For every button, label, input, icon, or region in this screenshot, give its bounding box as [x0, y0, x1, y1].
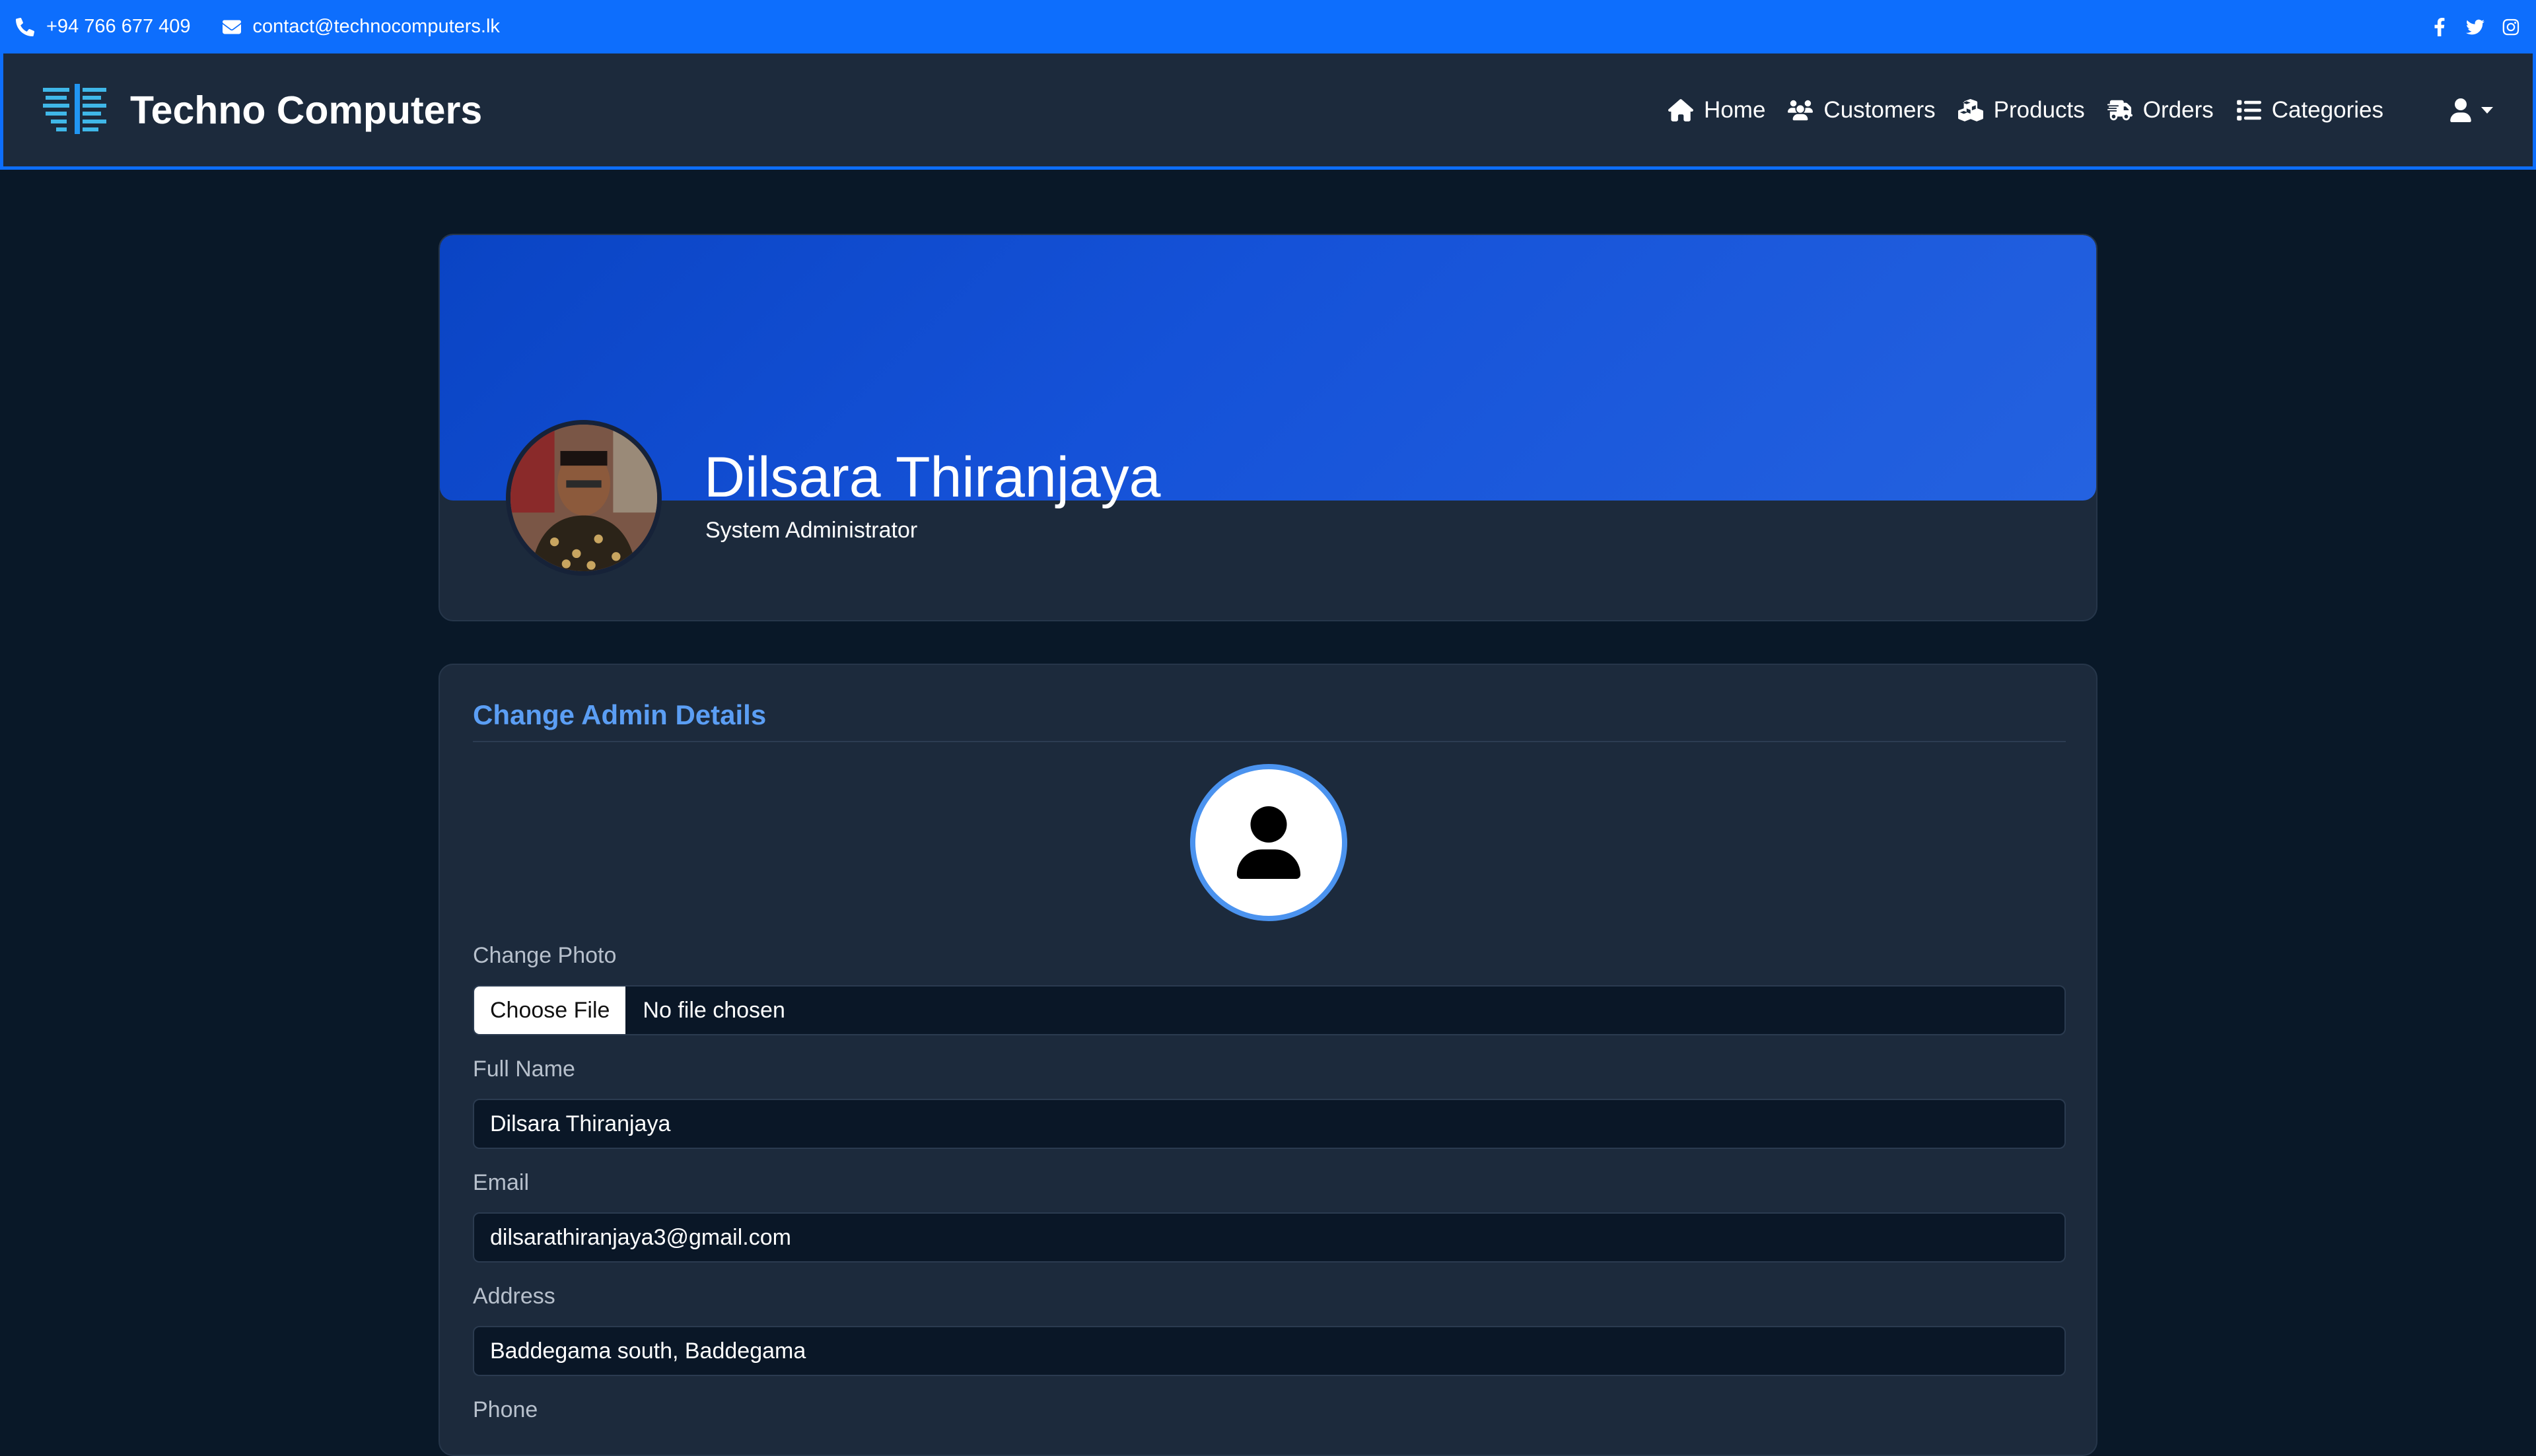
chevron-down-icon [2481, 106, 2493, 114]
section-title: Change Admin Details [473, 699, 767, 730]
profile-banner [440, 235, 2096, 501]
twitter-link[interactable] [2466, 18, 2484, 36]
envelope-icon [222, 20, 241, 34]
nav-orders[interactable]: Orders [2107, 97, 2214, 123]
email-address: contact@technocomputers.lk [252, 16, 500, 37]
profile-avatar [506, 420, 662, 576]
nav-customers-label: Customers [1823, 96, 1936, 123]
instagram-link[interactable] [2502, 18, 2520, 36]
photo-label: Change Photo [473, 943, 617, 968]
section-divider [473, 741, 2066, 742]
nav-customers[interactable]: Customers [1788, 96, 1936, 123]
profile-photo [511, 425, 657, 571]
phone-icon [16, 17, 34, 36]
facebook-icon [2434, 17, 2445, 36]
user-icon [2450, 98, 2471, 122]
fullname-label: Full Name [473, 1057, 575, 1082]
email-field[interactable]: dilsarathiranjaya3@gmail.com [473, 1212, 2066, 1263]
phone-number: +94 766 677 409 [46, 16, 191, 37]
phone-label: Phone [473, 1397, 538, 1422]
email-label: Email [473, 1170, 530, 1195]
contact-bar: +94 766 677 409 contact@technocomputers.… [0, 0, 2536, 53]
nav-categories[interactable]: Categories [2236, 97, 2383, 123]
nav-products-label: Products [1993, 96, 2085, 123]
nav-orders-label: Orders [2142, 96, 2214, 123]
admin-details-card: Change Admin Details Change Photo Choose… [439, 664, 2097, 1456]
fullname-field[interactable]: Dilsara Thiranjaya [473, 1099, 2066, 1149]
nav-products[interactable]: Products [1957, 96, 2085, 123]
social-links [2413, 17, 2520, 36]
main-navbar: Techno Computers Home Customers Products… [0, 53, 2536, 170]
profile-name: Dilsara Thiranjaya [704, 446, 1161, 509]
user-icon [1236, 806, 1301, 879]
file-status: No file chosen [643, 997, 785, 1023]
phone-contact[interactable]: +94 766 677 409 [16, 16, 191, 38]
twitter-icon [2466, 19, 2484, 34]
nav-categories-label: Categories [2271, 96, 2383, 123]
address-field[interactable]: Baddegama south, Baddegama [473, 1326, 2066, 1376]
facebook-link[interactable] [2430, 17, 2449, 36]
user-menu-dropdown[interactable] [2449, 98, 2493, 122]
brand[interactable]: Techno Computers [43, 83, 483, 137]
brand-name: Techno Computers [130, 88, 483, 132]
brand-logo-icon [43, 83, 106, 134]
home-icon [1668, 98, 1693, 121]
profile-role: System Administrator [705, 518, 918, 543]
cubes-icon [1957, 98, 1983, 121]
nav-home[interactable]: Home [1668, 97, 1765, 123]
choose-file-button[interactable]: Choose File [474, 987, 626, 1034]
users-icon [1788, 100, 1814, 120]
list-icon [2236, 100, 2261, 120]
nav-links: Home Customers Products Orders Categorie… [1646, 97, 2493, 123]
instagram-icon [2502, 18, 2519, 35]
address-label: Address [473, 1284, 555, 1309]
truck-icon [2107, 100, 2132, 120]
profile-card: Dilsara Thiranjaya System Administrator [439, 234, 2097, 621]
nav-home-label: Home [1704, 96, 1766, 123]
admin-avatar-preview [1190, 764, 1347, 921]
email-contact[interactable]: contact@technocomputers.lk [222, 16, 500, 38]
photo-file-input[interactable]: Choose File No file chosen [473, 985, 2066, 1035]
